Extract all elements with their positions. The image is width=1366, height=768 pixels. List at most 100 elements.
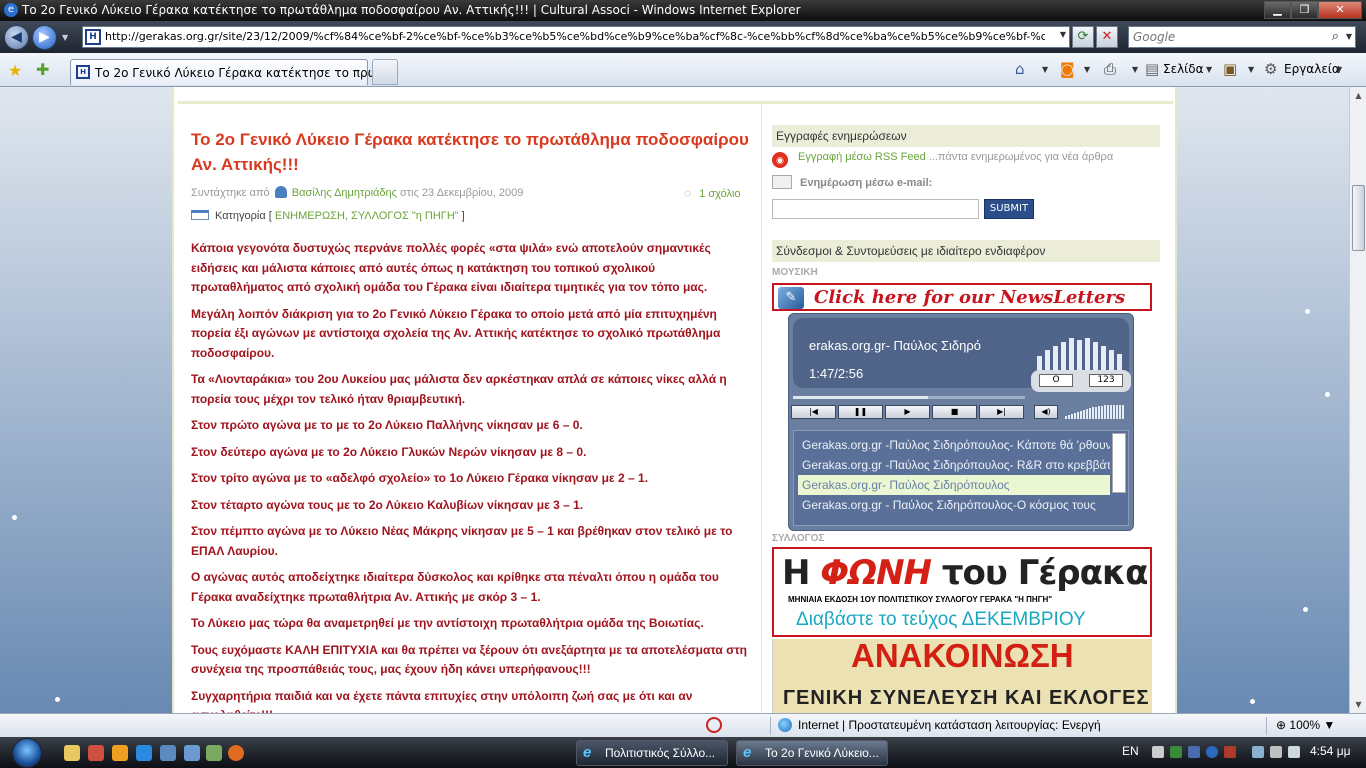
category-links[interactable]: ΕΝΗΜΕΡΩΣΗ, ΣΥΛΛΟΓΟΣ "η ΠΗΓΗ" xyxy=(275,210,459,222)
newsletter-banner[interactable]: ✎ Click here for our NewsLetters xyxy=(772,283,1152,311)
playlist-item[interactable]: Gerakas.org.gr - Παύλος Σιδηρόπουλος-Ο κ… xyxy=(798,495,1110,515)
comments-link[interactable]: ◌ 1 σχόλιο xyxy=(684,186,741,200)
tray-app-icon[interactable] xyxy=(1206,746,1218,758)
comments-count[interactable]: 1 σχόλιο xyxy=(699,188,740,200)
post-category: Κατηγορία [ ΕΝΗΜΕΡΩΣΗ, ΣΥΛΛΟΓΟΣ "η ΠΗΓΗ"… xyxy=(191,210,465,222)
chevron-down-icon[interactable]: ▼ xyxy=(1206,65,1212,74)
search-box[interactable]: ⌕ ▼ xyxy=(1128,26,1356,48)
rss-icon: ◉ xyxy=(772,152,788,168)
volume-slider[interactable] xyxy=(1065,405,1124,419)
clock[interactable]: 4:54 μμ xyxy=(1310,744,1351,758)
taskbar: e Πολιτιστικός Σύλλο... e Το 2ο Γενικό Λύκ… xyxy=(0,737,1366,768)
media-icon[interactable] xyxy=(88,745,104,761)
fwni-banner[interactable]: Η ΦΩΝΗ του Γέρακα ΜΗΝΙΑΙΑ ΕΚΔΟΣΗ 1ΟΥ ΠΟΛ… xyxy=(772,547,1152,637)
tray-app-icon[interactable] xyxy=(1170,746,1182,758)
home-icon[interactable]: ⌂ xyxy=(1015,60,1025,78)
taskbar-item[interactable]: e Πολιτιστικός Σύλλο... xyxy=(576,740,728,766)
chevron-down-icon[interactable]: ▼ xyxy=(1042,65,1048,74)
author-link[interactable]: Βασίλης Δημητριάδης xyxy=(292,187,397,199)
playlist-item-active[interactable]: Gerakas.org.gr- Παύλος Σιδηρόπουλος xyxy=(798,475,1110,495)
safety-icon[interactable]: ▣ xyxy=(1223,60,1237,78)
app-icon[interactable] xyxy=(206,745,222,761)
email-field[interactable] xyxy=(772,199,979,219)
post-date: στις 23 Δεκεμβρίου, 2009 xyxy=(400,187,524,199)
chevron-left-icon[interactable] xyxy=(1152,746,1164,758)
language-indicator[interactable]: EN xyxy=(1122,744,1139,758)
scroll-up-icon[interactable]: ▲ xyxy=(1352,89,1365,102)
network-icon[interactable] xyxy=(1252,746,1264,758)
chevron-down-icon[interactable]: ▼ xyxy=(1248,65,1254,74)
folder-icon[interactable] xyxy=(64,745,80,761)
tray-app-icon[interactable] xyxy=(1224,746,1236,758)
media-player-icon[interactable] xyxy=(112,745,128,761)
shuffle-button[interactable]: 123 xyxy=(1089,374,1123,387)
tray-app-icon[interactable] xyxy=(1188,746,1200,758)
newsletter-text[interactable]: Click here for our NewsLetters xyxy=(814,287,1125,308)
chevron-down-icon[interactable]: ▼ xyxy=(1336,65,1342,74)
playlist-scrollbar[interactable] xyxy=(1112,433,1126,493)
chevron-down-icon[interactable]: ▼ xyxy=(1084,65,1090,74)
volume-icon[interactable]: ◀) xyxy=(1034,405,1058,419)
chevron-down-icon[interactable]: ▼ xyxy=(1132,65,1138,74)
page-icon: ▤ xyxy=(1145,60,1160,78)
links-heading: Σύνδεσμοι & Συντομεύσεις με ιδιαίτερο εν… xyxy=(772,240,1160,262)
security-zone[interactable]: Internet | Προστατευμένη κατάσταση λειτο… xyxy=(778,718,1101,732)
scroll-down-icon[interactable]: ▼ xyxy=(1352,698,1365,711)
next-button[interactable]: ▶| xyxy=(979,405,1024,419)
tray-app-icon[interactable] xyxy=(1270,746,1282,758)
stop-button[interactable]: ✕ xyxy=(1096,26,1118,48)
title-bar: e Το 2ο Γενικό Λύκειο Γέρακα κατέκτησε τ… xyxy=(0,0,1366,21)
zoom-control[interactable]: ⊕ 100% ▼ xyxy=(1276,718,1335,732)
equalizer-icon xyxy=(1037,338,1122,370)
forward-button[interactable]: ▶ xyxy=(32,25,57,50)
progress-bar[interactable] xyxy=(793,396,1025,399)
tab-active[interactable]: H Το 2ο Γενικό Λύκειο Γέρακα κατέκτησε τ… xyxy=(70,59,396,85)
volume-icon[interactable] xyxy=(1288,746,1300,758)
fwni-read-link[interactable]: Διαβάστε το τεύχος ΔΕΚΕΜΒΡΙΟΥ xyxy=(796,609,1086,631)
add-favorites-icon[interactable]: ✚ xyxy=(36,60,49,79)
music-label: ΜΟΥΣΙΚΗ xyxy=(772,267,818,278)
firefox-icon[interactable] xyxy=(228,745,244,761)
repeat-button[interactable]: O xyxy=(1039,374,1073,387)
taskbar-item-active[interactable]: e Το 2ο Γενικό Λύκειο... xyxy=(736,740,888,766)
meta-prefix: Συντάχτηκε από xyxy=(191,187,270,199)
recent-pages-dropdown[interactable]: ▼ xyxy=(62,33,68,42)
announcement-banner[interactable]: ΑΝΑΚΟΙΝΩΣΗ ΓΕΝΙΚΗ ΣΥΝΕΛΕΥΣΗ ΚΑΙ ΕΚΛΟΓΕΣ xyxy=(772,637,1152,713)
back-button[interactable]: ◀ xyxy=(4,25,29,50)
favorites-star-icon[interactable]: ★ xyxy=(8,61,22,80)
refresh-button[interactable]: ⟳ xyxy=(1072,26,1094,48)
tools-menu[interactable]: Εργαλεία xyxy=(1284,62,1340,76)
scroll-thumb[interactable] xyxy=(1352,185,1365,251)
minimize-button[interactable]: ▁ xyxy=(1264,1,1291,19)
chevron-down-icon[interactable]: ▼ xyxy=(1346,32,1352,41)
search-icon[interactable]: ⌕ xyxy=(1332,29,1339,44)
post-title[interactable]: Το 2ο Γενικό Λύκειο Γέρακα κατέκτησε το … xyxy=(191,127,751,177)
globe-icon xyxy=(778,718,792,732)
print-icon[interactable]: ⎙ xyxy=(1104,60,1116,78)
page-menu[interactable]: Σελίδα xyxy=(1163,62,1203,76)
search-input[interactable] xyxy=(1129,27,1329,47)
playlist-item[interactable]: Gerakas.org.gr -Παύλος Σιδηρόπουλος- R&R… xyxy=(798,455,1110,475)
start-button[interactable] xyxy=(4,737,52,768)
ie-icon[interactable] xyxy=(136,745,152,761)
chevron-down-icon[interactable]: ▼ xyxy=(1060,30,1066,39)
window-switch-icon[interactable] xyxy=(184,745,200,761)
address-bar[interactable]: H http://gerakas.org.gr/site/23/12/2009/… xyxy=(82,26,1070,48)
maximize-button[interactable]: ❐ xyxy=(1291,1,1318,19)
desktop-icon[interactable] xyxy=(160,745,176,761)
previous-button[interactable]: |◀ xyxy=(791,405,836,419)
play-button[interactable]: ▶ xyxy=(885,405,930,419)
playlist-item[interactable]: Gerakas.org.gr -Παύλος Σιδηρόπουλος- Κάπ… xyxy=(798,435,1110,455)
vertical-scrollbar[interactable]: ▲ ▼ xyxy=(1349,87,1366,713)
stop-button[interactable]: ■ xyxy=(932,405,977,419)
rss-link[interactable]: Εγγραφή μέσω RSS Feed xyxy=(798,151,926,163)
snowflake xyxy=(1303,607,1308,612)
paragraph: Συγχαρητήρια παιδιά και να έχετε πάντα ε… xyxy=(191,688,693,714)
close-button[interactable]: ✕ xyxy=(1318,1,1362,19)
submit-button[interactable]: SUBMIT xyxy=(984,199,1034,219)
new-tab-button[interactable] xyxy=(372,59,398,85)
blocked-icon[interactable] xyxy=(706,717,722,733)
rss-feed-icon[interactable]: ◙ xyxy=(1060,60,1075,78)
url-text[interactable]: http://gerakas.org.gr/site/23/12/2009/%c… xyxy=(105,30,1045,43)
pause-button[interactable]: ❚❚ xyxy=(838,405,883,419)
